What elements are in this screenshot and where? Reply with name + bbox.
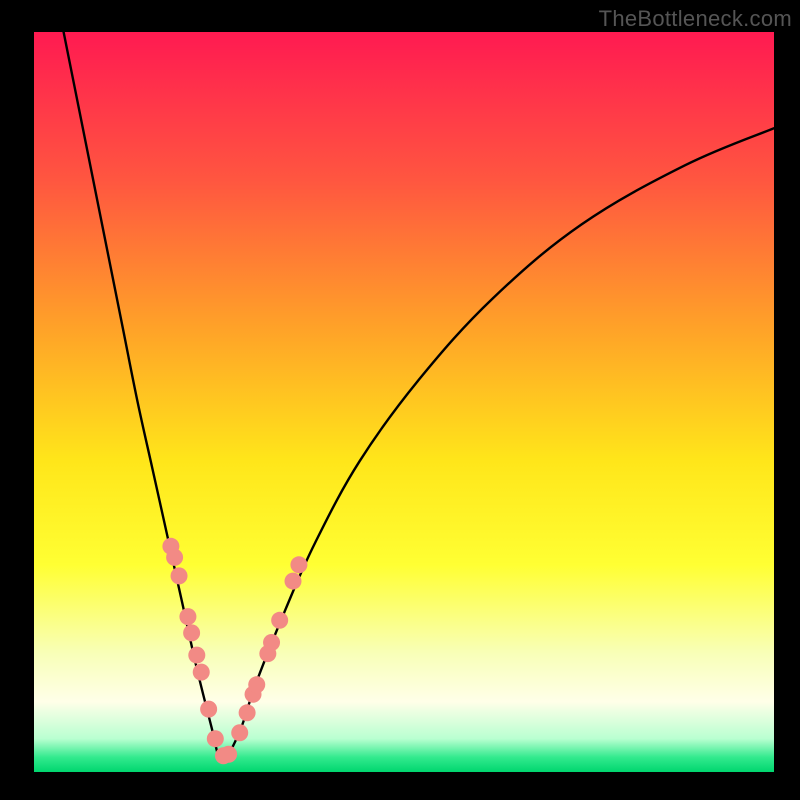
sample-dot: [285, 573, 302, 590]
sample-dot: [188, 647, 205, 664]
sample-dot: [183, 624, 200, 641]
sample-dot: [179, 608, 196, 625]
bottleneck-curve: [64, 32, 774, 761]
outer-frame: TheBottleneck.com: [0, 0, 800, 800]
sample-dot: [220, 746, 237, 763]
sample-dot: [200, 701, 217, 718]
sample-dot: [248, 676, 265, 693]
sample-dot: [193, 664, 210, 681]
sample-dot: [171, 567, 188, 584]
sample-dot: [263, 634, 280, 651]
sample-dot: [290, 556, 307, 573]
chart-svg: [0, 0, 800, 800]
sample-dot: [207, 730, 224, 747]
sample-dot: [166, 549, 183, 566]
sample-dot: [271, 612, 288, 629]
sample-dot: [239, 704, 256, 721]
sample-dot: [231, 724, 248, 741]
sample-dots: [162, 538, 307, 764]
